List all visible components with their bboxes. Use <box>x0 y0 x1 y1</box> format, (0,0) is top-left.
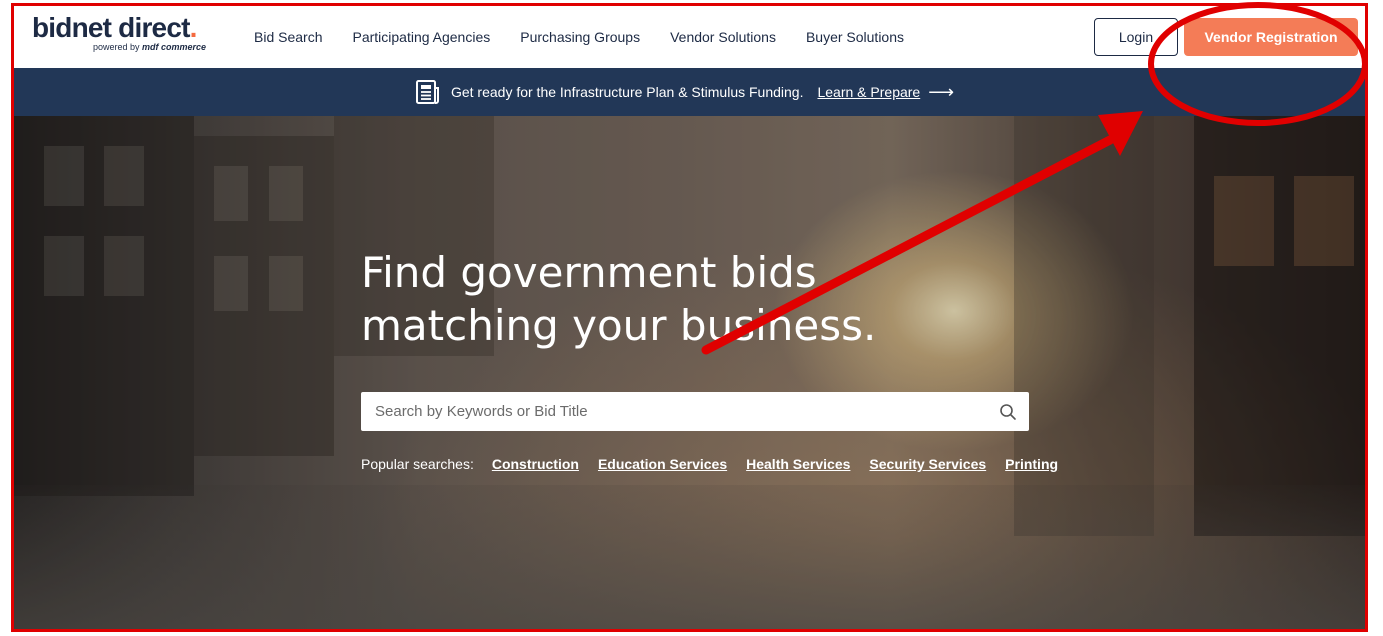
popular-link-construction[interactable]: Construction <box>492 456 579 472</box>
nav-participating-agencies[interactable]: Participating Agencies <box>352 29 490 45</box>
headline-line-1: Find government bids <box>361 248 817 297</box>
login-button[interactable]: Login <box>1094 18 1178 56</box>
popular-searches: Popular searches: Construction Education… <box>361 456 1077 472</box>
news-icon <box>415 80 439 104</box>
popular-link-security-services[interactable]: Security Services <box>869 456 986 472</box>
nav-links: Bid Search Participating Agencies Purcha… <box>254 6 934 68</box>
popular-link-education-services[interactable]: Education Services <box>598 456 727 472</box>
top-nav: bidnet direct. powered by mdf commerce B… <box>14 6 1365 68</box>
learn-prepare-link[interactable]: Learn & Prepare <box>817 84 920 100</box>
search-input[interactable] <box>373 402 999 421</box>
nav-bid-search[interactable]: Bid Search <box>254 29 322 45</box>
hero-overlay <box>14 116 1365 629</box>
logo-tagline: powered by mdf commerce <box>92 42 206 52</box>
popular-link-health-services[interactable]: Health Services <box>746 456 850 472</box>
nav-vendor-solutions[interactable]: Vendor Solutions <box>670 29 776 45</box>
arrow-right-icon[interactable]: ⟶ <box>928 83 954 101</box>
nav-buyer-solutions[interactable]: Buyer Solutions <box>806 29 904 45</box>
popular-link-printing[interactable]: Printing <box>1005 456 1058 472</box>
hero-headline: Find government bids matching your busin… <box>361 246 1001 352</box>
banner-text: Get ready for the Infrastructure Plan & … <box>450 84 804 100</box>
bid-search-box <box>361 392 1029 431</box>
vendor-registration-button[interactable]: Vendor Registration <box>1184 18 1358 56</box>
logo[interactable]: bidnet direct. powered by mdf commerce <box>32 13 212 57</box>
search-icon[interactable] <box>999 403 1017 421</box>
headline-line-2: matching your business. <box>361 301 877 350</box>
nav-purchasing-groups[interactable]: Purchasing Groups <box>520 29 640 45</box>
popular-searches-label: Popular searches: <box>361 456 474 472</box>
page-frame: bidnet direct. powered by mdf commerce B… <box>11 3 1368 632</box>
announcement-banner: Get ready for the Infrastructure Plan & … <box>14 68 1365 116</box>
logo-wordmark: bidnet direct. <box>32 12 197 43</box>
hero-section: Find government bids matching your busin… <box>14 116 1365 629</box>
